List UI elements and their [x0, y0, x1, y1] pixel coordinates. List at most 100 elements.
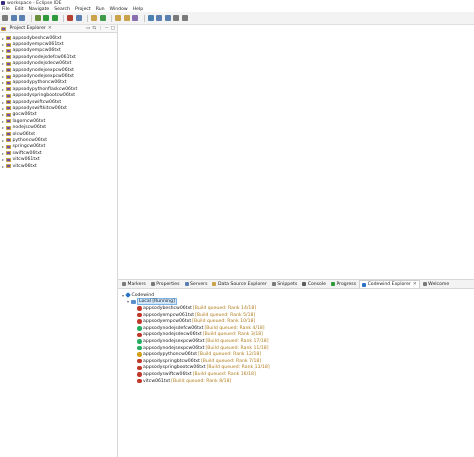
tab-label: Data Source Explorer: [217, 281, 267, 287]
run-icon[interactable]: [43, 15, 49, 21]
tab-markers[interactable]: Markers: [120, 280, 148, 288]
project-status-icon: [137, 372, 142, 377]
project-name: appsodyswiftcw06txt: [12, 99, 62, 105]
project-name: appsodynodejsdefcw061txt: [12, 54, 76, 60]
collapse-all-icon[interactable]: ▭: [86, 26, 90, 31]
tab-data-source-explorer[interactable]: Data Source Explorer: [210, 280, 268, 288]
menu-run[interactable]: Run: [96, 7, 105, 12]
new-java-project-icon[interactable]: [75, 15, 82, 21]
close-icon[interactable]: ✕: [48, 26, 52, 31]
codewind-project-row[interactable]: appsodyempcw061txt [Build queued: Rank 5/…: [122, 312, 474, 319]
new-class-icon[interactable]: [99, 15, 106, 21]
open-task-icon[interactable]: [123, 15, 130, 21]
minimize-icon[interactable]: −: [105, 26, 109, 31]
tab-properties[interactable]: Properties: [149, 280, 182, 288]
codewind-project-name: vitcw061txt: [143, 378, 171, 384]
search-icon[interactable]: [132, 15, 138, 21]
codewind-project-row[interactable]: appsodynodejsdecw06txt [Build queued: Ran…: [122, 332, 474, 339]
tab-console[interactable]: Console: [300, 280, 328, 288]
tab-icon: [362, 282, 367, 287]
project-folder-icon: [6, 125, 11, 130]
new-package-icon[interactable]: [91, 15, 97, 21]
external-tools-icon[interactable]: [67, 15, 73, 21]
close-icon[interactable]: ✕: [413, 282, 417, 287]
codewind-project-row[interactable]: vitcw061txt [Build queued: Rank 8/18]: [122, 378, 474, 385]
tab-icon: [150, 282, 155, 286]
menu-navigate[interactable]: Navigate: [29, 7, 50, 12]
bottom-tab-bar: Markers Properties Servers Data Source Expl…: [118, 280, 474, 289]
project-folder-icon: [6, 74, 11, 79]
menu-file[interactable]: File: [2, 7, 10, 12]
codewind-project-row[interactable]: appsodynodejsexpcw06txt [Build queued: Ra…: [122, 345, 474, 352]
tab-icon: [422, 282, 427, 286]
codewind-project-row[interactable]: appsodyspringbtcw06txt [Build queued: Ran…: [122, 358, 474, 365]
bottom-panel: Markers Properties Servers Data Source Expl…: [118, 279, 474, 457]
project-status-icon: [137, 365, 142, 371]
codewind-project-name: appsodynodejsdecw06txt: [143, 332, 202, 338]
toolbar-separator: [63, 14, 64, 22]
tab-icon: [302, 282, 307, 286]
codewind-project-row[interactable]: appsodynodejsdefcw06txt [Build queued: Ra…: [122, 325, 474, 332]
codewind-project-row[interactable]: appsodyspringbootcw06txt [Build queued: R…: [122, 365, 474, 372]
tab-progress[interactable]: Progress: [329, 280, 358, 288]
tab-snippets[interactable]: Snippets: [270, 280, 299, 288]
menu-window[interactable]: Window: [110, 7, 128, 12]
open-type-icon[interactable]: [115, 15, 121, 21]
codewind-project-row[interactable]: appsodynodejsexpcw06txt [Build queued: Ra…: [122, 338, 474, 345]
codewind-project-row[interactable]: appsodyempcw06txt [Build queued: Rank 10/…: [122, 318, 474, 325]
build-status-text: [Build queued: Rank 11/18]: [205, 345, 269, 351]
project-folder-icon: [6, 157, 11, 162]
project-status-icon: [137, 345, 142, 351]
tab-codewind-explorer[interactable]: Codewind Explorer ✕: [359, 280, 420, 288]
save-icon[interactable]: [10, 15, 17, 21]
new-icon[interactable]: [2, 15, 8, 21]
project-status-icon: [137, 332, 142, 338]
project-folder-icon: [6, 93, 11, 98]
tab-welcome[interactable]: Welcome: [421, 280, 452, 288]
window-title: workspace - Eclipse IDE: [7, 0, 62, 6]
run-config-icon[interactable]: [51, 15, 58, 21]
eclipse-icon: [1, 1, 5, 5]
codewind-project-name: appsodynodejsdefcw06txt: [143, 325, 204, 331]
codewind-project-row[interactable]: appsodybeshcw06txt [Build queued: Rank 14…: [122, 305, 474, 312]
tab-servers[interactable]: Servers: [183, 280, 210, 288]
forward-icon[interactable]: [181, 15, 188, 21]
project-name: olcw06txt: [12, 131, 36, 137]
save-all-icon[interactable]: [19, 15, 25, 21]
project-folder-icon: [6, 164, 11, 168]
local-connection-row[interactable]: ▾ Local [Running]: [122, 298, 474, 306]
project-folder-icon: [6, 100, 11, 105]
codewind-project-list: appsodybeshcw06txt [Build queued: Rank 14…: [122, 305, 474, 384]
menu-project[interactable]: Project: [75, 7, 91, 12]
link-editor-icon[interactable]: ⇆: [92, 26, 96, 31]
project-name: pythoncw06txt: [12, 137, 48, 143]
build-status-text: [Build queued: Rank 14/18]: [192, 305, 257, 311]
project-tree-item[interactable]: ▸ vitcw06txt: [0, 163, 117, 169]
project-name: appsodypythonflaskcw06txt: [12, 86, 78, 92]
project-name: appsodyempcw061txt: [12, 42, 64, 48]
view-toolbar: ▭ ⇆ ⋮ − □: [86, 26, 117, 31]
project-status-icon: [137, 312, 142, 318]
next-annotation-icon[interactable]: [156, 15, 162, 21]
codewind-project-row[interactable]: appsodypythoncw06txt [Build queued: Rank …: [122, 351, 474, 358]
toolbar-separator: [143, 14, 145, 22]
menu-search[interactable]: Search: [54, 7, 70, 12]
codewind-project-row[interactable]: appsodyswiftcw06txt [Build queued: Rank 1…: [122, 371, 474, 378]
project-folder-icon: [6, 61, 11, 66]
build-status-text: [Build queued: Rank 3/18]: [202, 332, 263, 338]
maximize-icon[interactable]: □: [111, 26, 115, 31]
debug-icon[interactable]: [34, 15, 41, 21]
view-menu-icon[interactable]: ⋮: [98, 26, 103, 31]
tab-label: Progress: [336, 281, 357, 287]
menu-help[interactable]: Help: [133, 7, 143, 12]
project-folder-icon: [6, 80, 11, 85]
prev-annotation-icon[interactable]: [164, 15, 171, 21]
toolbar-separator: [111, 14, 112, 22]
editor-area[interactable]: [118, 25, 474, 279]
web-browser-icon[interactable]: [147, 15, 154, 21]
project-folder-icon: [6, 55, 11, 60]
menu-edit[interactable]: Edit: [15, 7, 24, 12]
tab-label: Console: [307, 281, 326, 287]
back-icon[interactable]: [173, 15, 179, 21]
project-explorer-tab[interactable]: Project Explorer: [10, 26, 46, 31]
